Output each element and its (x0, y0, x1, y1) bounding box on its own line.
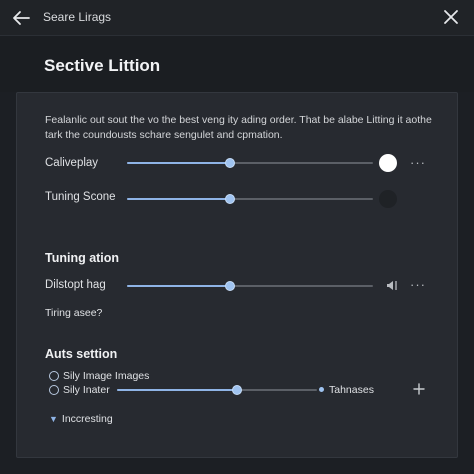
panel-description: Fealanlic out sout the vo the best veng … (45, 114, 432, 141)
sily-inater-slider[interactable] (117, 384, 317, 396)
volume-icon[interactable] (385, 279, 399, 292)
page-header: Sective Littion (0, 36, 474, 92)
arrow-left-icon[interactable] (10, 8, 32, 28)
slider-thumb[interactable] (225, 281, 236, 291)
slider-thumb[interactable] (225, 158, 236, 168)
more-options-icon[interactable]: ··· (409, 156, 427, 172)
section-title-tuning: Tuning ation (45, 251, 120, 265)
expander-label: Inccresting (61, 413, 113, 425)
row-label-caliveplay: Caliveplay (45, 157, 99, 169)
top-bar: Seare Lirags (0, 0, 474, 36)
caliveplay-toggle[interactable] (379, 154, 397, 172)
tuning-question: Tiring asee? (45, 307, 103, 319)
caret-down-icon: ▼ (49, 414, 58, 424)
slider-fill (127, 285, 231, 287)
plus-icon[interactable] (412, 382, 426, 396)
radio-sily-inater[interactable] (49, 385, 59, 395)
page-title: Sective Littion (44, 56, 161, 75)
radio-sily-image[interactable] (49, 371, 59, 381)
window-title: Seare Lirags (43, 10, 112, 24)
row-label-dilstopt: Dilstopt hag (45, 279, 106, 291)
slider-thumb[interactable] (225, 194, 236, 204)
tuning-scone-toggle[interactable] (379, 190, 397, 208)
caliveplay-slider[interactable] (127, 157, 373, 169)
slider-fill (127, 162, 231, 164)
slider-fill (127, 198, 231, 200)
dilstopt-slider[interactable] (127, 280, 373, 292)
more-options-icon[interactable]: ··· (409, 278, 427, 294)
slider-end-label: Tahnases (329, 384, 374, 396)
settings-panel: Fealanlic out sout the vo the best veng … (16, 92, 458, 458)
close-icon[interactable] (440, 6, 462, 28)
slider-fill (117, 389, 237, 391)
option-label-sily-image: Sily Image Images (63, 370, 150, 382)
row-label-tuning-scone: Tuning Scone (45, 191, 116, 203)
option-label-sily-inater: Sily Inater (63, 384, 110, 396)
tuning-scone-slider[interactable] (127, 193, 373, 205)
section-title-auts: Auts settion (45, 347, 118, 361)
slider-end-dot (319, 387, 324, 392)
expander-incc[interactable]: ▼ Inccresting (49, 413, 113, 425)
slider-thumb[interactable] (232, 385, 242, 395)
